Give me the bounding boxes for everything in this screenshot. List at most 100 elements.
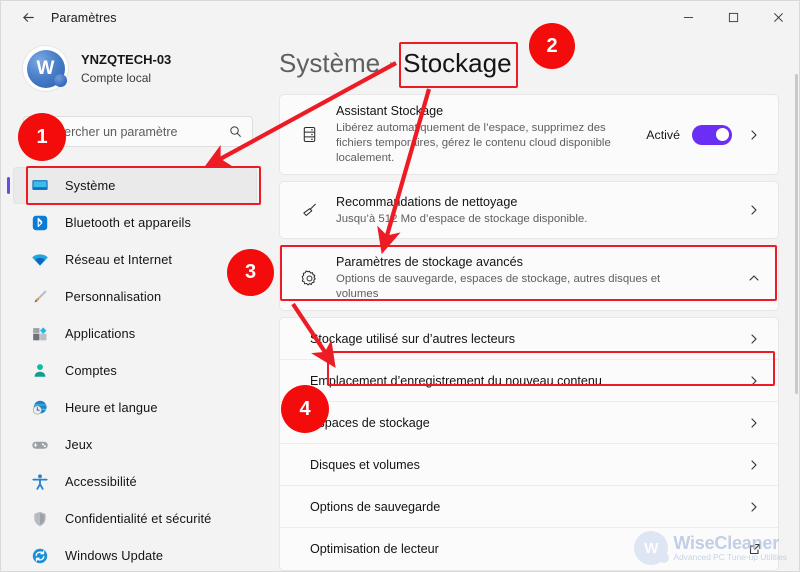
row-subtitle: Libérez automatiquement de l’espace, sup…	[336, 122, 611, 164]
chevron-right-icon[interactable]	[744, 129, 764, 141]
sidebar-nav: Système Bluetooth et appareils Réseau et…	[1, 167, 269, 571]
storage-sense-controls: Activé	[646, 124, 764, 145]
maximize-button[interactable]	[711, 1, 756, 34]
settings-window: Paramètres W YNZQTECH-03 Compte local Re…	[0, 0, 800, 572]
sidebar: W YNZQTECH-03 Compte local Rechercher un…	[1, 34, 269, 571]
minimize-icon	[683, 17, 694, 18]
chevron-right-icon[interactable]	[744, 333, 764, 345]
storage-sense-row[interactable]: Assistant Stockage Libérez automatiqueme…	[280, 95, 778, 174]
storage-sense-text: Assistant Stockage Libérez automatiqueme…	[336, 95, 646, 174]
subrow-label: Stockage utilisé sur d’autres lecteurs	[310, 331, 516, 346]
sidebar-item-accessibilite[interactable]: Accessibilité	[13, 463, 257, 500]
bluetooth-icon	[29, 213, 51, 233]
sidebar-item-applications[interactable]: Applications	[13, 315, 257, 352]
avatar: W	[23, 46, 68, 91]
sidebar-item-bluetooth-et-appareils[interactable]: Bluetooth et appareils	[13, 204, 257, 241]
window-title: Paramètres	[51, 10, 117, 25]
storage-sense-toggle[interactable]	[692, 124, 732, 145]
chevron-right-icon[interactable]	[744, 375, 764, 387]
gamepad-icon	[29, 435, 51, 455]
wisecleaner-logo-icon: W	[634, 531, 670, 565]
shield-icon	[29, 509, 51, 529]
scrollbar-thumb[interactable]	[795, 74, 798, 394]
subrow-label: Options de sauvegarde	[310, 499, 441, 514]
close-button[interactable]	[756, 1, 799, 34]
chevron-right-icon[interactable]	[744, 204, 764, 216]
back-button[interactable]	[11, 3, 45, 33]
account-name: YNZQTECH-03	[81, 52, 172, 67]
row-subtitle: Jusqu’à 512 Mo d’espace de stockage disp…	[336, 212, 588, 225]
advanced-storage-settings-text: Paramètres de stockage avancés Options d…	[336, 246, 744, 310]
row-title: Assistant Stockage	[336, 104, 444, 118]
breadcrumb-parent[interactable]: Système	[279, 48, 380, 79]
new-content-save-location-row[interactable]: Emplacement d’enregistrement du nouveau …	[280, 360, 778, 402]
watermark-text: WiseCleaner Advanced PC Tune-up Utilitie…	[673, 534, 787, 562]
storage-used-other-drives-row[interactable]: Stockage utilisé sur d’autres lecteurs	[280, 318, 778, 360]
sidebar-item-heure-et-langue[interactable]: Heure et langue	[13, 389, 257, 426]
sidebar-item-label: Applications	[65, 326, 136, 341]
title-bar: Paramètres	[1, 1, 799, 34]
breadcrumb: Système › Stockage	[279, 48, 512, 79]
back-arrow-icon	[22, 13, 34, 22]
storage-sense-card[interactable]: Assistant Stockage Libérez automatiqueme…	[279, 94, 779, 175]
person-icon	[29, 361, 51, 381]
advanced-storage-settings-controls	[744, 272, 764, 284]
accessibility-icon	[29, 472, 51, 492]
watermark-tagline: Advanced PC Tune-up Utilities	[673, 551, 787, 562]
sidebar-item-label: Jeux	[65, 437, 93, 452]
storage-spaces-row[interactable]: Espaces de stockage	[280, 402, 778, 444]
sidebar-item-windows-update[interactable]: Windows Update	[13, 537, 257, 571]
cleanup-recommendations-card[interactable]: Recommandations de nettoyage Jusqu’à 512…	[279, 181, 779, 239]
avatar-letter: W	[26, 49, 67, 88]
maximize-icon	[728, 12, 739, 23]
subrow-label: Disques et volumes	[310, 457, 420, 472]
search-input[interactable]: Rechercher un paramètre	[24, 125, 229, 139]
sidebar-item-label: Confidentialité et sécurité	[65, 511, 212, 526]
backup-options-row[interactable]: Options de sauvegarde	[280, 486, 778, 528]
breadcrumb-current: Stockage	[403, 48, 512, 78]
chevron-up-icon[interactable]	[744, 272, 764, 284]
search-icon	[229, 125, 242, 138]
sidebar-item-label: Système	[65, 178, 116, 193]
storage-drive-icon	[294, 125, 324, 144]
sidebar-item-label: Personnalisation	[65, 289, 162, 304]
sidebar-item-label: Réseau et Internet	[65, 252, 173, 267]
apps-icon	[29, 324, 51, 344]
window-controls	[666, 1, 799, 34]
scrollbar[interactable]	[794, 74, 799, 564]
account-type: Compte local	[81, 71, 152, 85]
chevron-right-icon[interactable]	[744, 501, 764, 513]
account-text: YNZQTECH-03 Compte local	[81, 52, 171, 85]
row-subtitle: Options de sauvegarde, espaces de stocka…	[336, 273, 661, 300]
cleanup-recommendations-controls	[744, 204, 764, 216]
search-box[interactable]: Rechercher un paramètre	[23, 116, 253, 147]
sidebar-item-comptes[interactable]: Comptes	[13, 352, 257, 389]
sidebar-item-confidentialite-et-securite[interactable]: Confidentialité et sécurité	[13, 500, 257, 537]
sidebar-item-label: Bluetooth et appareils	[65, 215, 191, 230]
main-content: Système › Stockage Assistant Stockage Li…	[269, 34, 799, 571]
monitor-icon	[29, 176, 51, 196]
disks-and-volumes-row[interactable]: Disques et volumes	[280, 444, 778, 486]
cleanup-recommendations-text: Recommandations de nettoyage Jusqu’à 512…	[336, 186, 744, 235]
subrow-label: Emplacement d’enregistrement du nouveau …	[310, 373, 602, 388]
minimize-button[interactable]	[666, 1, 711, 34]
sidebar-item-personnalisation[interactable]: Personnalisation	[13, 278, 257, 315]
chevron-right-icon[interactable]	[744, 417, 764, 429]
chevron-right-icon[interactable]	[744, 459, 764, 471]
subrow-label: Espaces de stockage	[310, 415, 430, 430]
sidebar-item-label: Accessibilité	[65, 474, 137, 489]
account-block[interactable]: W YNZQTECH-03 Compte local	[23, 46, 269, 91]
broom-icon	[294, 201, 324, 220]
advanced-storage-settings-row[interactable]: Paramètres de stockage avancés Options d…	[280, 246, 778, 310]
sidebar-item-reseau-et-internet[interactable]: Réseau et Internet	[13, 241, 257, 278]
watermark-name: WiseCleaner	[673, 533, 780, 554]
sidebar-item-label: Heure et langue	[65, 400, 158, 415]
close-icon	[774, 13, 783, 22]
cleanup-recommendations-row[interactable]: Recommandations de nettoyage Jusqu’à 512…	[280, 182, 778, 238]
advanced-storage-settings-card[interactable]: Paramètres de stockage avancés Options d…	[279, 245, 779, 311]
row-title: Paramètres de stockage avancés	[336, 255, 523, 269]
row-title: Recommandations de nettoyage	[336, 194, 518, 209]
watermark: W WiseCleaner Advanced PC Tune-up Utilit…	[634, 531, 787, 565]
sidebar-item-jeux[interactable]: Jeux	[13, 426, 257, 463]
sidebar-item-systeme[interactable]: Système	[7, 167, 257, 204]
